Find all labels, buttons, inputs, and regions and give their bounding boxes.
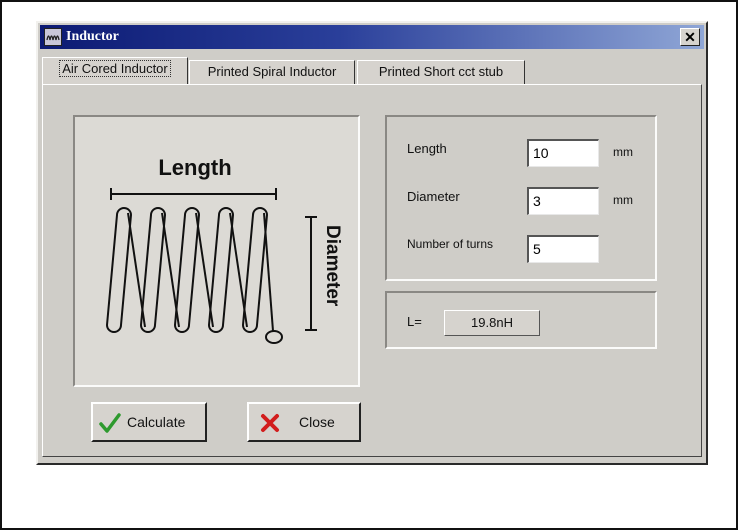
diagram-length-label: Length	[158, 155, 231, 180]
window-title: Inductor	[66, 29, 119, 44]
close-button[interactable]: Close	[247, 402, 361, 442]
length-input[interactable]: 10	[527, 139, 599, 167]
diagram-diameter-label: Diameter	[322, 225, 343, 307]
close-icon: ✕	[684, 29, 696, 45]
diameter-input[interactable]: 3	[527, 187, 599, 215]
tab-air-cored-inductor[interactable]: Air Cored Inductor	[42, 57, 188, 84]
inductance-value: 19.8nH	[471, 315, 513, 330]
turns-input[interactable]: 5	[527, 235, 599, 263]
coil-diagram-panel: Length Diameter	[73, 115, 360, 387]
inductance-result: 19.8nH	[444, 310, 540, 336]
tab-printed-short-cct-stub[interactable]: Printed Short cct stub	[357, 60, 525, 84]
x-icon	[261, 414, 279, 432]
window-close-button[interactable]: ✕	[680, 28, 700, 46]
inductor-app-icon	[44, 28, 62, 46]
length-label: Length	[407, 141, 447, 156]
turns-label: Number of turns	[407, 237, 494, 251]
calculate-button[interactable]: Calculate	[91, 402, 207, 442]
result-group: L= 19.8nH	[385, 291, 657, 349]
air-cored-inductor-panel: Length Diameter Length 10 mm Diameter 3 …	[42, 84, 702, 457]
tab-label: Printed Short cct stub	[378, 64, 504, 79]
diameter-unit: mm	[613, 193, 633, 207]
tab-printed-spiral-inductor[interactable]: Printed Spiral Inductor	[189, 60, 355, 84]
inductance-label: L=	[407, 314, 422, 329]
inductor-dialog: Inductor ✕ Air Cored Inductor Printed Sp…	[36, 21, 708, 465]
tab-label: Air Cored Inductor	[59, 60, 171, 77]
tab-label: Printed Spiral Inductor	[207, 64, 337, 79]
input-group: Length 10 mm Diameter 3 mm Number of tur…	[385, 115, 657, 281]
diameter-label: Diameter	[407, 189, 460, 204]
checkmark-icon	[99, 413, 121, 433]
coil-drawing	[105, 207, 283, 344]
close-button-label: Close	[299, 414, 335, 430]
calculate-button-label: Calculate	[127, 414, 186, 430]
title-bar[interactable]: Inductor ✕	[40, 25, 704, 49]
coil-diagram: Length Diameter	[105, 155, 343, 344]
length-unit: mm	[613, 145, 633, 159]
